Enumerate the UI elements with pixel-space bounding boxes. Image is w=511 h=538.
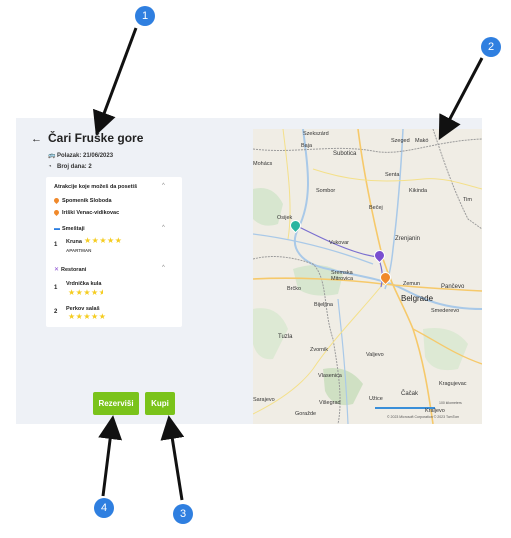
callout-badge: 2	[481, 37, 501, 57]
annotation-arrows	[93, 27, 484, 501]
callout-badge: 4	[94, 498, 114, 518]
callout-badge: 3	[173, 504, 193, 524]
callout-badge: 1	[135, 6, 155, 26]
